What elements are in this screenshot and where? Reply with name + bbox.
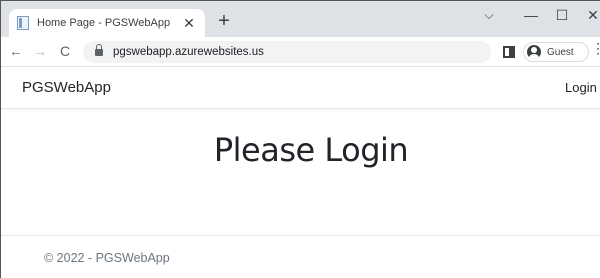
back-arrow-icon[interactable]: ← [7, 43, 25, 59]
page-favicon-icon [17, 16, 29, 30]
site-navbar: PGSWebApp Login [1, 67, 600, 109]
browser-toolbar: ← → C pgswebapp.azurewebsites.us Guest ⋮ [1, 37, 600, 67]
minimize-button[interactable]: — [519, 7, 543, 23]
browser-window: Home Page - PGSWebApp ✕ + ⌵ — ☐ ✕ ← → C … [0, 0, 600, 278]
address-bar[interactable]: pgswebapp.azurewebsites.us [83, 41, 491, 63]
footer-copyright: © 2022 - PGSWebApp [44, 251, 170, 265]
side-panel-icon[interactable] [503, 46, 515, 58]
browser-tab[interactable]: Home Page - PGSWebApp ✕ [9, 9, 205, 37]
tab-close-icon[interactable]: ✕ [181, 15, 197, 32]
site-brand-link[interactable]: PGSWebApp [22, 79, 111, 96]
avatar-icon [527, 45, 541, 59]
new-tab-button[interactable]: + [213, 10, 235, 32]
login-link[interactable]: Login [565, 80, 597, 95]
profile-name: Guest [547, 46, 574, 58]
profile-button[interactable]: Guest [523, 42, 589, 62]
close-window-button[interactable]: ✕ [581, 7, 600, 24]
page-title: Please Login [213, 131, 409, 169]
tab-title: Home Page - PGSWebApp [37, 17, 171, 29]
reload-icon[interactable]: C [56, 43, 74, 59]
url-text[interactable]: pgswebapp.azurewebsites.us [113, 46, 264, 58]
forward-arrow-icon[interactable]: → [31, 43, 49, 59]
lock-icon[interactable] [95, 43, 103, 57]
web-page: PGSWebApp Login Please Login © 2022 - PG… [1, 67, 600, 278]
tab-strip: Home Page - PGSWebApp ✕ + ⌵ — ☐ ✕ [1, 1, 600, 37]
browser-menu-icon[interactable]: ⋮ [591, 41, 600, 55]
maximize-button[interactable]: ☐ [550, 7, 574, 24]
tab-search-chevron-icon[interactable]: ⌵ [477, 8, 501, 23]
site-footer: © 2022 - PGSWebApp [1, 235, 600, 278]
